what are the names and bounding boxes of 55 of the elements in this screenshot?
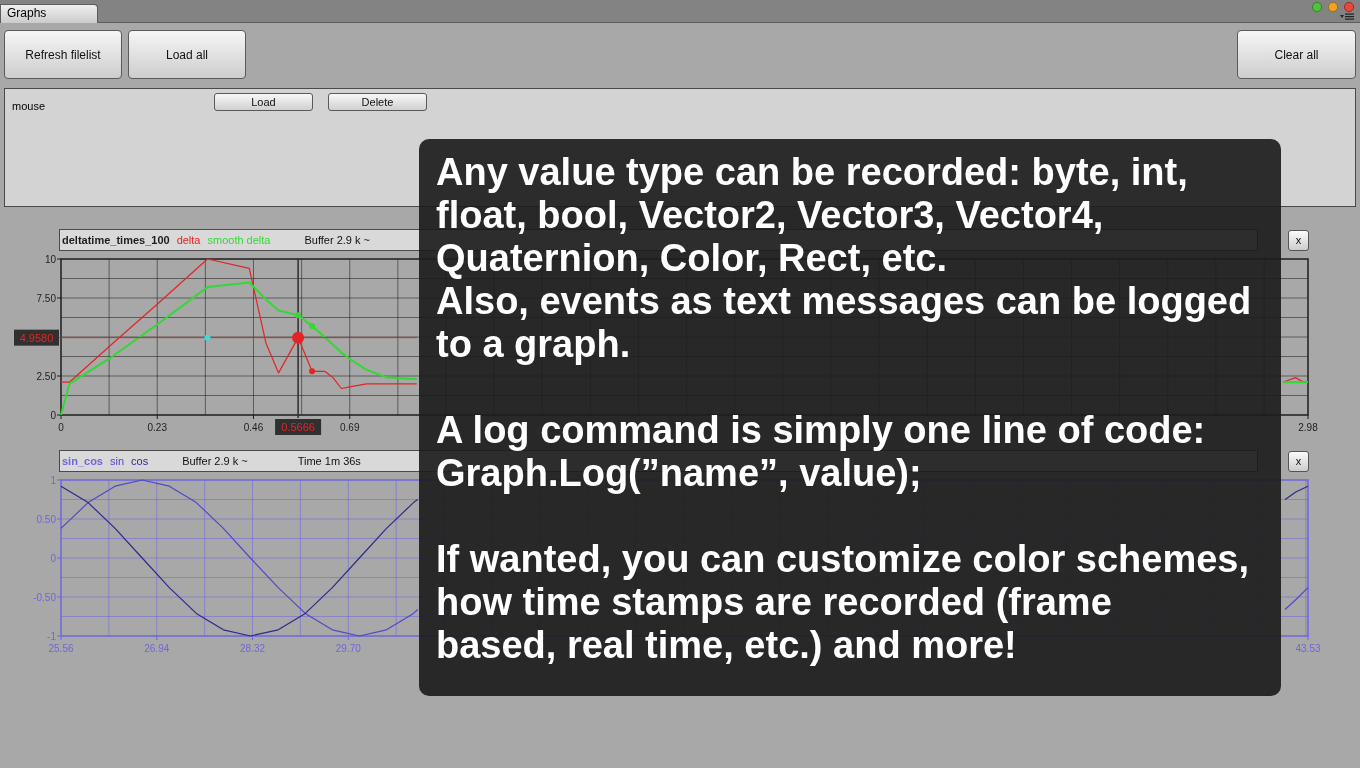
marker-icon [309, 323, 316, 330]
file-action-button[interactable]: Delete [328, 93, 427, 111]
axis-label: -1 [47, 630, 56, 642]
legend-label: cos [131, 454, 149, 468]
cursor-dot-icon [292, 331, 305, 344]
graph-title: sin_cos [62, 454, 103, 468]
axis-label: 28.32 [240, 643, 266, 654]
axis-label: 0.46 [243, 422, 264, 433]
axis-label: 2.98 [1298, 422, 1318, 433]
close-button[interactable]: x [1288, 450, 1309, 472]
axis-label: 0.23 [147, 422, 167, 433]
minimize-window-icon[interactable] [1328, 2, 1338, 12]
axis-label: 26.94 [144, 643, 170, 654]
axis-label: 7.50 [36, 292, 56, 304]
marker-icon [295, 312, 302, 319]
toolbar-button[interactable]: Load all [128, 30, 246, 79]
toolbar-button[interactable]: Clear all [1237, 30, 1356, 79]
axis-label: 0 [50, 409, 56, 421]
marker-icon [309, 368, 316, 375]
axis-label: 2.50 [36, 370, 56, 382]
cursor-readout: 0.5666 [275, 419, 322, 435]
caption-text: Any value type can be recorded: byte, int, float, bool, Vector2, Vector3, Vector4, Quaternion, Color, Rect, etc. Also, events as text messages can be logged to a graph. [436, 151, 1252, 366]
legend-label: sin [109, 454, 125, 468]
ref-line-label: 4.9580 [19, 331, 54, 344]
axis-label: 43.53 [1295, 643, 1321, 654]
file-name: mouse [12, 100, 46, 112]
axis-label: 0 [50, 552, 56, 564]
axis-label: 1 [50, 474, 56, 486]
series-line [1284, 485, 1309, 501]
buffer-label: Buffer 2.9 k ~ [304, 233, 370, 247]
time-label: Time 1m 36s [297, 454, 361, 468]
buffer-label: Buffer 2.9 k ~ [182, 454, 248, 468]
file-action-button[interactable]: Load [214, 93, 313, 111]
graph-title: deltatime_times_100 [62, 233, 170, 247]
legend-label: smooth delta [207, 233, 271, 247]
menu-icon[interactable] [1340, 13, 1354, 20]
axis-label: 10 [44, 253, 56, 265]
window-tab[interactable]: Graphs [0, 4, 98, 23]
axis-label: 25.56 [48, 643, 74, 654]
axis-label: 0.50 [36, 513, 56, 525]
toolbar-button[interactable]: Refresh filelist [4, 30, 122, 79]
caption-text: A log command is simply one line of code: Graph.Log(”name”, value); [436, 409, 1206, 495]
close-button[interactable]: x [1288, 229, 1309, 251]
axis-label: 0 [58, 422, 64, 433]
close-window-icon[interactable] [1344, 2, 1354, 12]
caption-text: If wanted, you can customize color schemes, how time stamps are recorded (frame based, real time, etc.) and more! [436, 538, 1249, 667]
ref-line-label: 0.5666 [281, 421, 315, 433]
axis-label: 29.70 [335, 643, 361, 654]
marker-icon [204, 334, 211, 341]
series-line [1284, 587, 1309, 611]
cursor-readout: 4.9580 [14, 329, 59, 346]
legend-label: delta [176, 233, 201, 247]
zoom-window-icon[interactable] [1312, 2, 1322, 12]
axis-label: 0.69 [340, 422, 360, 433]
axis-label: -0.50 [33, 591, 56, 603]
